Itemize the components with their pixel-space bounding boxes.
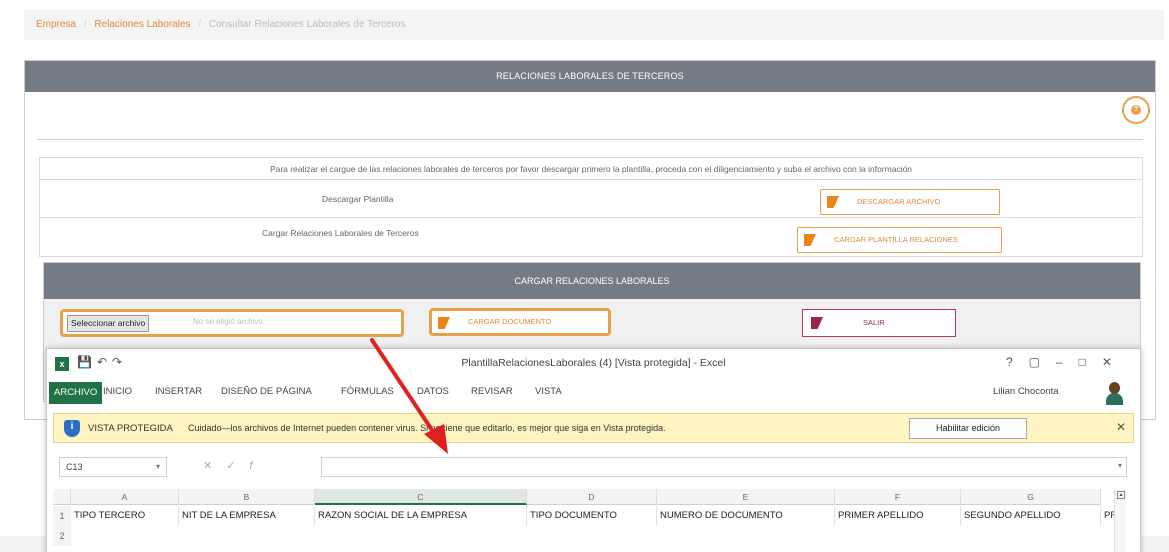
column-header-e[interactable]: E [657,489,835,505]
row-header-2[interactable]: 2 [53,526,71,546]
panel-title: RELACIONES LABORALES DE TERCEROS [25,61,1155,92]
column-header-g[interactable]: G [961,489,1101,505]
formula-icons: ✕✓f [203,460,267,472]
enable-editing-button[interactable]: Habilitar edición [909,418,1027,439]
cell-g1[interactable]: SEGUNDO APELLIDO [961,506,1101,526]
cell-b1[interactable]: NIT DE LA EMPRESA [179,506,315,526]
name-box[interactable]: C13 ▾ [59,457,167,477]
file-input[interactable]: Seleccionar archivo No se eligió archivo [60,309,404,337]
protected-view-message: Cuidado—los archivos de Internet pueden … [188,423,666,433]
help-icon: ? [1131,105,1141,115]
load-document-button[interactable]: CARGAR DOCUMENTO [429,308,611,336]
upload-label: Cargar Relaciones Laborales de Terceros [262,228,419,238]
help-button[interactable]: ? [1122,96,1150,124]
tab-inicio[interactable]: INICIO [103,386,132,397]
select-all-corner[interactable] [53,489,71,505]
breadcrumb-separator: / [198,19,202,30]
instructions-text: Para realizar el cargue de las relacione… [269,164,913,174]
row-header-1[interactable]: 1 [53,506,71,526]
name-box-value: C13 [66,462,83,472]
upload-icon [804,234,816,246]
exit-label: SALIR [863,318,885,327]
choose-file-button[interactable]: Seleccionar archivo [67,315,150,332]
upload-template-button[interactable]: CARGAR PLANTILLA RELACIONES [797,227,1002,253]
download-icon [827,196,839,208]
tab-insertar[interactable]: INSERTAR [155,386,202,397]
tab-datos[interactable]: DATOS [417,386,449,397]
cargar-panel-title: CARGAR RELACIONES LABORALES [44,263,1140,299]
shield-icon [64,420,80,437]
cell-a1[interactable]: TIPO TERCERO [71,506,179,526]
column-header-c[interactable]: C [315,489,527,505]
cell-f1[interactable]: PRIMER APELLIDO [835,506,961,526]
excel-window: x 💾↶↷ PlantillaRelacionesLaborales (4) [… [46,348,1141,552]
column-header-a[interactable]: A [71,489,179,505]
avatar-body [1106,393,1123,405]
instructions-row: Para realizar el cargue de las relacione… [40,158,1142,180]
protected-view-title: VISTA PROTEGIDA [88,423,173,434]
divider [37,139,1143,140]
exit-icon [811,317,823,329]
page: Empresa / Relaciones Laborales / Consult… [0,0,1169,552]
excel-window-title: PlantillaRelacionesLaborales (4) [Vista … [461,357,726,369]
scroll-up-icon[interactable]: ▴ [1117,491,1125,499]
tab-diseno[interactable]: DISEÑO DE PÁGINA [221,386,312,397]
protected-view-bar: VISTA PROTEGIDA Cuidado—los archivos de … [53,413,1134,443]
download-label: Descargar Plantilla [322,194,394,204]
breadcrumb: Empresa / Relaciones Laborales / Consult… [24,10,1164,40]
user-name[interactable]: Lilian Choconta [993,386,1059,397]
cell-d1[interactable]: TIPO DOCUMENTO [527,506,657,526]
download-file-button[interactable]: DESCARGAR ARCHIVO [820,189,1000,215]
excel-titlebar: x 💾↶↷ PlantillaRelacionesLaborales (4) [… [47,349,1140,379]
cell-c1[interactable]: RAZON SOCIAL DE LA EMPRESA [315,506,527,526]
breadcrumb-item-relaciones[interactable]: Relaciones Laborales [94,19,190,30]
vertical-scrollbar[interactable]: ▴ [1114,489,1126,552]
load-document-label: CARGAR DOCUMENTO [468,317,552,326]
upload-template-label: CARGAR PLANTILLA RELACIONES [834,235,958,244]
breadcrumb-item-empresa[interactable]: Empresa [36,19,76,30]
download-file-label: DESCARGAR ARCHIVO [857,197,941,206]
tab-vista[interactable]: VISTA [535,386,562,397]
tab-archivo[interactable]: ARCHIVO [49,382,103,404]
file-status: No se eligió archivo [193,317,263,326]
load-icon [438,317,450,329]
close-icon[interactable]: ✕ [1116,420,1126,434]
column-header-d[interactable]: D [527,489,657,505]
exit-button[interactable]: SALIR [802,309,956,337]
column-header-f[interactable]: F [835,489,961,505]
chevron-down-icon: ▾ [1117,461,1122,470]
cell-e1[interactable]: NUMERO DE DOCUMENTO [657,506,835,526]
cell-h1[interactable]: PR [1101,506,1115,526]
window-controls[interactable]: ?▢–□✕ [1006,355,1128,369]
breadcrumb-separator: / [83,19,87,30]
formula-bar: C13 ▾ ✕✓f ▾ [53,453,1134,479]
chevron-down-icon: ▾ [155,462,160,471]
column-header-b[interactable]: B [179,489,315,505]
tab-revisar[interactable]: REVISAR [471,386,513,397]
formula-input[interactable]: ▾ [321,457,1127,477]
excel-ribbon: ARCHIVO INICIO INSERTAR DISEÑO DE PÁGINA… [47,379,1140,409]
spreadsheet-grid[interactable]: A B C D E F G 1 2 TIPO TERCERO NIT DE LA… [53,489,1128,552]
tab-formulas[interactable]: FÓRMULAS [341,386,394,397]
avatar[interactable] [1103,380,1125,406]
breadcrumb-item-current: Consultar Relaciones Laborales de Tercer… [208,19,406,30]
